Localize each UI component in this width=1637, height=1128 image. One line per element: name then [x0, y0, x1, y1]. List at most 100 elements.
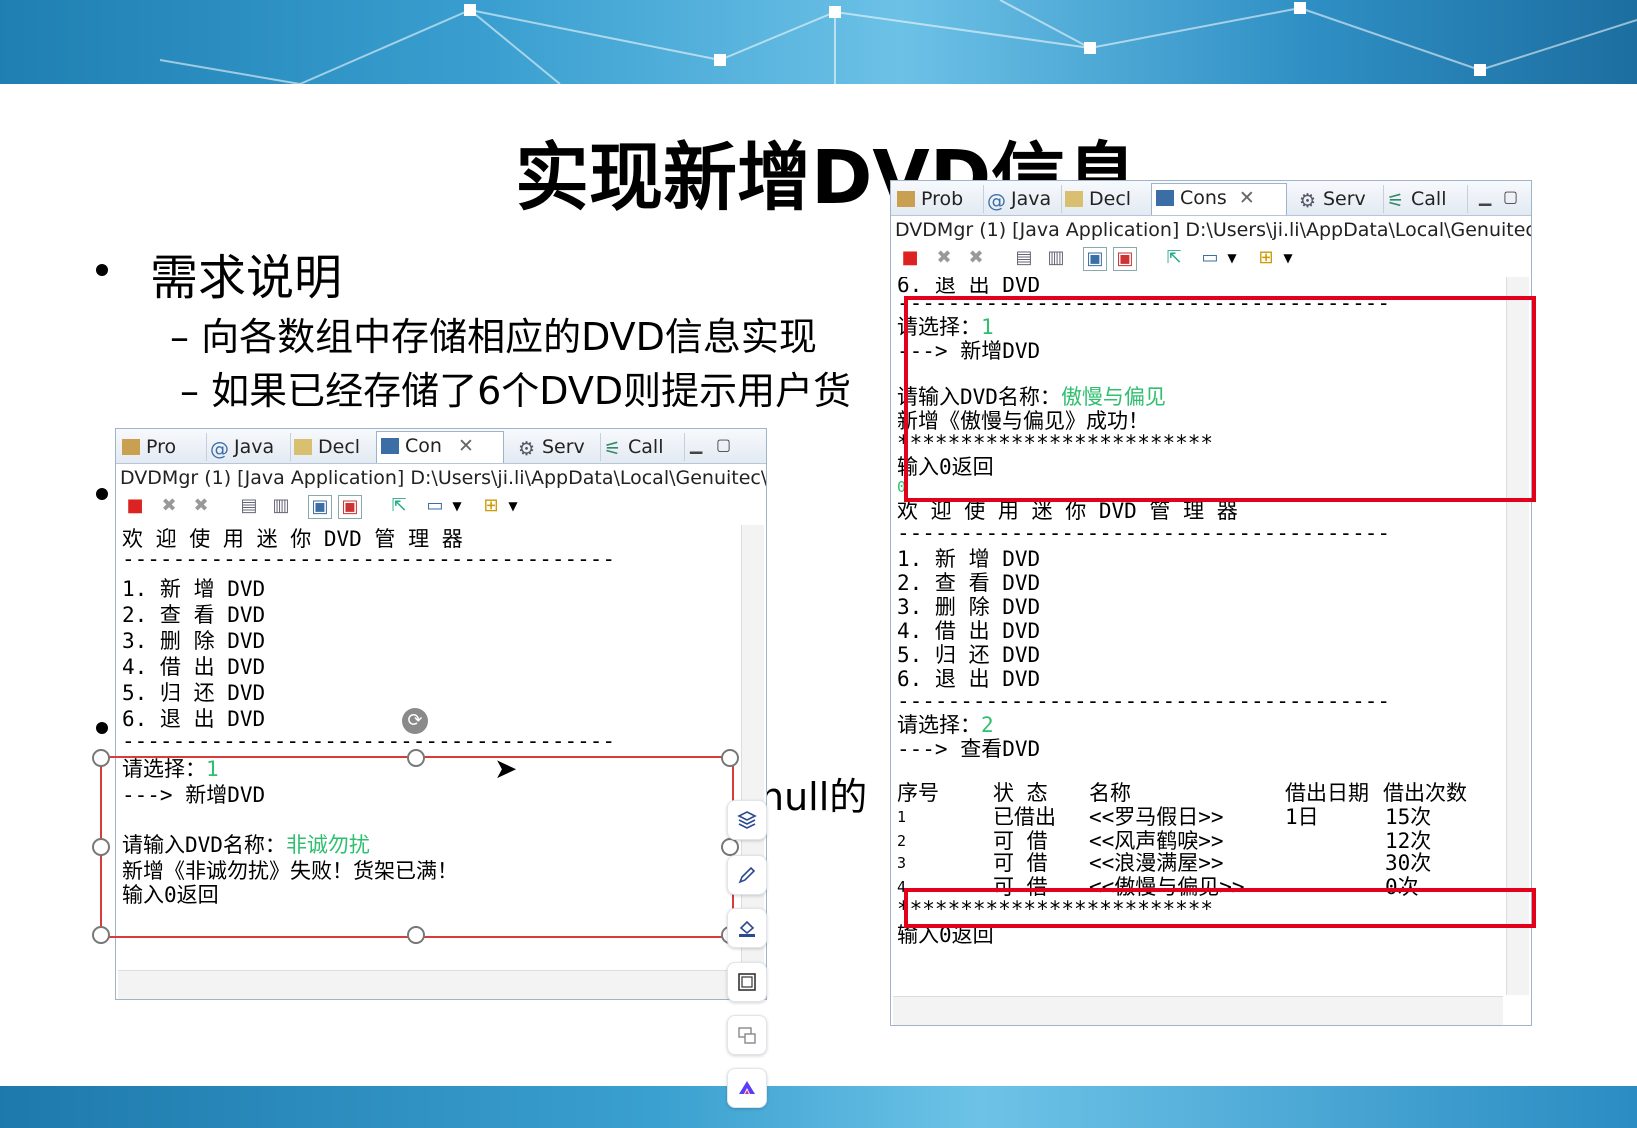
pin-console-icon[interactable]: ⇱: [388, 495, 410, 517]
show-stderr-icon[interactable]: ▣: [338, 495, 362, 519]
console-line: 请选择：2: [897, 713, 994, 737]
cursor-icon: ➤: [494, 752, 518, 785]
bullet-dot: [96, 488, 108, 500]
table-cell: 已借出: [993, 805, 1056, 829]
clear-console-icon[interactable]: ▤: [238, 495, 260, 517]
resize-handle[interactable]: [407, 749, 425, 767]
pen-icon: [738, 866, 756, 884]
chevron-down-icon[interactable]: ▼: [1277, 247, 1299, 269]
table-cell: 可 借: [993, 829, 1048, 853]
table-cell: <<风声鹤唳>>: [1089, 829, 1224, 853]
chevron-down-icon[interactable]: ▼: [1221, 247, 1243, 269]
open-console-icon[interactable]: ⊞: [480, 495, 502, 517]
display-console-icon[interactable]: ▭: [1199, 247, 1221, 269]
remove-all-icon[interactable]: ✖: [965, 247, 987, 269]
resize-handle[interactable]: [721, 838, 739, 856]
maximize-icon[interactable]: ▢: [716, 435, 731, 454]
scroll-lock-icon[interactable]: ▥: [1045, 247, 1067, 269]
console-line: 4. 借 出 DVD: [897, 619, 1041, 643]
console-line: 5. 归 还 DVD: [122, 681, 266, 705]
null-text-fragment: null的: [760, 775, 868, 819]
selection-frame[interactable]: [100, 756, 734, 938]
resize-handle[interactable]: [92, 749, 110, 767]
tab-console[interactable]: Cons ✕: [1151, 183, 1287, 215]
declaration-icon: [1065, 191, 1083, 207]
table-cell: <<浪漫满屋>>: [1089, 851, 1224, 875]
user-input: 2: [981, 713, 994, 737]
table-cell: 1日: [1285, 805, 1319, 829]
display-console-icon[interactable]: ▭: [424, 495, 446, 517]
console-line: 2. 查 看 DVD: [122, 603, 266, 627]
console-line: ---> 查看DVD: [897, 737, 1041, 761]
console-line: 1. 新 增 DVD: [897, 547, 1041, 571]
console-line: 3. 删 除 DVD: [897, 595, 1041, 619]
console-line: ---------------------------------------: [897, 521, 1391, 545]
scroll-lock-icon[interactable]: ▥: [270, 495, 292, 517]
tab-javadoc[interactable]: @ Java: [206, 433, 291, 461]
bullet-dot: [96, 722, 108, 734]
console-line: 6. 退 出 DVD: [122, 707, 266, 731]
vertical-scrollbar[interactable]: [741, 525, 764, 969]
tab-declaration[interactable]: Decl: [290, 433, 377, 461]
fill-button[interactable]: [727, 908, 767, 948]
horizontal-scrollbar[interactable]: [118, 970, 738, 999]
table-cell: 15次: [1385, 805, 1432, 829]
tab-call-hierarchy[interactable]: ⚟ Call: [1383, 185, 1468, 213]
tab-servers[interactable]: ⚙ Serv: [1295, 185, 1384, 213]
minimize-icon[interactable]: ▁: [690, 435, 702, 454]
text-box-button[interactable]: [727, 1015, 767, 1055]
table-header: 名称: [1089, 781, 1131, 805]
remove-all-icon[interactable]: ✖: [190, 495, 212, 517]
console-line: 2. 查 看 DVD: [897, 571, 1041, 595]
chevron-down-icon[interactable]: ▼: [502, 495, 524, 517]
console-line: 6. 退 出 DVD: [897, 667, 1041, 691]
frame-button[interactable]: [727, 962, 767, 1002]
layers-button[interactable]: [727, 800, 767, 840]
tab-problems[interactable]: Prob: [893, 185, 984, 213]
console-line: 3. 删 除 DVD: [122, 629, 266, 653]
terminate-icon[interactable]: ■: [124, 495, 146, 517]
at-icon: @: [987, 190, 1006, 212]
chevron-down-icon[interactable]: ▼: [446, 495, 468, 517]
tab-console[interactable]: Con ✕: [376, 431, 504, 463]
console-toolbar: ■ ✖ ✖ ▤ ▥ ▣ ▣ ⇱ ▭ ▼ ⊞ ▼: [124, 495, 564, 523]
sub-bullet-1: – 向各数组中存储相应的DVD信息实现: [170, 315, 817, 359]
bottom-banner: [0, 1086, 1637, 1128]
resize-handle[interactable]: [92, 838, 110, 856]
declaration-icon: [294, 439, 312, 455]
horizontal-scrollbar[interactable]: [893, 996, 1503, 1025]
resize-handle[interactable]: [721, 749, 739, 767]
table-cell: 2: [897, 832, 907, 850]
show-stdout-icon[interactable]: ▣: [1083, 247, 1107, 271]
pin-console-icon[interactable]: ⇱: [1163, 247, 1185, 269]
minimize-icon[interactable]: ▁: [1479, 187, 1491, 206]
close-icon[interactable]: ✕: [458, 435, 474, 457]
tab-problems[interactable]: Pro: [118, 433, 207, 461]
top-banner: [0, 0, 1637, 84]
close-icon[interactable]: ✕: [1239, 187, 1255, 209]
remove-launch-icon[interactable]: ✖: [158, 495, 180, 517]
terminate-icon[interactable]: ■: [899, 247, 921, 269]
remove-launch-icon[interactable]: ✖: [933, 247, 955, 269]
tab-call-hierarchy[interactable]: ⚟ Call: [600, 433, 685, 461]
resize-handle[interactable]: [92, 926, 110, 944]
resize-handle[interactable]: [407, 926, 425, 944]
pen-button[interactable]: [727, 855, 767, 895]
table-cell: 30次: [1385, 851, 1432, 875]
view-tab-bar: Prob @ Java Decl Cons ✕ ⚙ Serv ⚟ Call ▁ ▢: [891, 181, 1531, 216]
tab-servers[interactable]: ⚙ Serv: [514, 433, 601, 461]
show-stdout-icon[interactable]: ▣: [308, 495, 332, 519]
console-line: 4. 借 出 DVD: [122, 655, 266, 679]
show-stderr-icon[interactable]: ▣: [1113, 247, 1137, 271]
console-line: 1. 新 增 DVD: [122, 577, 266, 601]
fill-icon: [739, 920, 755, 937]
view-tab-bar: Pro @ Java Decl Con ✕ ⚙ Serv ⚟ Call ▁ ▢: [116, 429, 766, 464]
tab-declaration[interactable]: Decl: [1061, 185, 1152, 213]
maximize-icon[interactable]: ▢: [1503, 187, 1518, 206]
console-line: ---------------------------------------: [122, 547, 616, 571]
clear-console-icon[interactable]: ▤: [1013, 247, 1035, 269]
tab-javadoc[interactable]: @ Java: [983, 185, 1062, 213]
rotate-icon[interactable]: ⟳: [402, 708, 428, 734]
brand-button[interactable]: [727, 1068, 767, 1108]
open-console-icon[interactable]: ⊞: [1255, 247, 1277, 269]
